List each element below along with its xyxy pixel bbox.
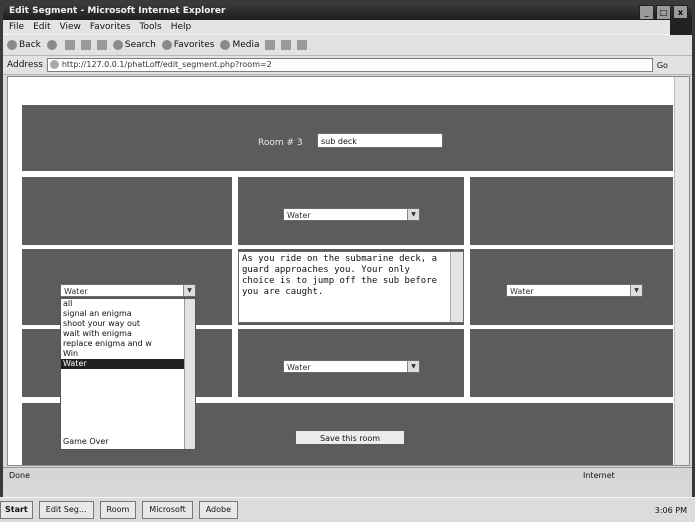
back-button[interactable]: Back xyxy=(7,35,41,55)
taskbar-item[interactable]: Microsoft xyxy=(142,501,193,519)
dropdown-option[interactable]: shoot your way out xyxy=(61,319,195,329)
taskbar-item[interactable]: Adobe xyxy=(198,501,239,519)
media-icon xyxy=(220,39,231,50)
address-url: http://127.0.0.1/phatLoff/edit_segment.p… xyxy=(61,60,272,69)
address-label: Address xyxy=(7,60,43,70)
search-button[interactable]: Search xyxy=(112,35,156,55)
grid-cell-r3c3 xyxy=(470,329,673,397)
status-text: Done xyxy=(9,471,31,480)
stop-icon[interactable] xyxy=(64,40,75,50)
browser-window: Edit Segment - Microsoft Internet Explor… xyxy=(3,3,692,518)
clock: 3:06 PM xyxy=(654,505,687,515)
dropdown-option[interactable]: wait with enigma xyxy=(61,329,195,339)
search-icon xyxy=(112,39,123,50)
star-icon xyxy=(161,39,172,50)
chevron-down-icon: ▼ xyxy=(630,285,642,296)
dropdown-option[interactable]: replace enigma and w xyxy=(61,339,195,349)
page-icon xyxy=(49,60,59,69)
textarea-scrollbar[interactable] xyxy=(450,252,463,322)
address-input[interactable]: http://127.0.0.1/phatLoff/edit_segment.p… xyxy=(46,58,653,72)
menu-tools[interactable]: Tools xyxy=(140,20,162,34)
forward-arrow-icon[interactable] xyxy=(46,40,57,50)
west-exit-dropdown-list[interactable]: all signal an enigma shoot your way out … xyxy=(60,298,196,450)
menu-file[interactable]: File xyxy=(9,20,24,34)
south-exit-select[interactable]: Water ▼ xyxy=(283,360,420,373)
dropdown-option[interactable] xyxy=(61,369,195,379)
back-arrow-icon xyxy=(7,39,17,50)
taskbar-item[interactable]: Room xyxy=(99,501,137,519)
dropdown-option-selected[interactable]: Water xyxy=(61,359,195,369)
north-exit-select[interactable]: Water ▼ xyxy=(283,208,420,221)
save-room-button[interactable]: Save this room xyxy=(295,430,405,445)
home-icon[interactable] xyxy=(96,40,107,50)
dropdown-scrollbar[interactable] xyxy=(184,299,195,449)
minimize-button[interactable]: _ xyxy=(639,5,654,20)
menu-help[interactable]: Help xyxy=(171,20,192,34)
dropdown-option[interactable]: all xyxy=(61,299,195,309)
chevron-down-icon: ▼ xyxy=(407,361,419,372)
grid-cell-r1c3 xyxy=(470,177,673,245)
dropdown-option[interactable]: signal an enigma xyxy=(61,309,195,319)
dropdown-option[interactable]: Win xyxy=(61,349,195,359)
chevron-down-icon: ▼ xyxy=(407,209,419,220)
taskbar: Start Edit Seg... Room Microsoft Adobe 3… xyxy=(0,497,695,522)
start-button[interactable]: Start xyxy=(0,501,33,519)
chevron-down-icon: ▼ xyxy=(183,285,195,296)
print-icon[interactable] xyxy=(297,40,308,50)
mail-icon[interactable] xyxy=(281,40,292,50)
maximize-button[interactable]: □ xyxy=(656,5,671,20)
go-button[interactable]: Go xyxy=(657,61,668,70)
zone-text: Internet xyxy=(583,471,615,480)
address-bar: Address http://127.0.0.1/phatLoff/edit_s… xyxy=(3,56,692,75)
media-button[interactable]: Media xyxy=(220,35,259,55)
menu-edit[interactable]: Edit xyxy=(33,20,50,34)
menu-bar: File Edit View Favorites Tools Help xyxy=(3,18,692,35)
east-exit-select[interactable]: Water ▼ xyxy=(506,284,643,297)
dropdown-option[interactable] xyxy=(61,389,195,399)
menu-favorites[interactable]: Favorites xyxy=(90,20,131,34)
favorites-button[interactable]: Favorites xyxy=(161,35,214,55)
page-scrollbar[interactable] xyxy=(674,77,689,465)
room-name-input[interactable]: sub deck xyxy=(317,133,443,148)
dropdown-option[interactable] xyxy=(61,379,195,389)
dropdown-option[interactable]: Game Over xyxy=(61,437,109,447)
menu-view[interactable]: View xyxy=(60,20,81,34)
toolbar: Back Search Favorites Media xyxy=(3,34,692,56)
history-icon[interactable] xyxy=(265,40,276,50)
taskbar-item[interactable]: Edit Seg... xyxy=(38,501,94,519)
title-bar: Edit Segment - Microsoft Internet Explor… xyxy=(3,3,692,20)
refresh-icon[interactable] xyxy=(80,40,91,50)
windows-logo-icon xyxy=(670,18,692,35)
west-exit-select[interactable]: Water ▼ xyxy=(60,284,196,297)
page-content: Room # 3 sub deck Water ▼ Water ▼ all si… xyxy=(7,76,690,466)
window-title: Edit Segment - Microsoft Internet Explor… xyxy=(9,6,226,16)
room-description-textarea[interactable]: As you ride on the submarine deck, a gua… xyxy=(238,251,464,323)
grid-cell-r1c1 xyxy=(22,177,232,245)
status-bar: Done Internet xyxy=(3,467,692,484)
room-label: Room # 3 xyxy=(258,138,303,148)
